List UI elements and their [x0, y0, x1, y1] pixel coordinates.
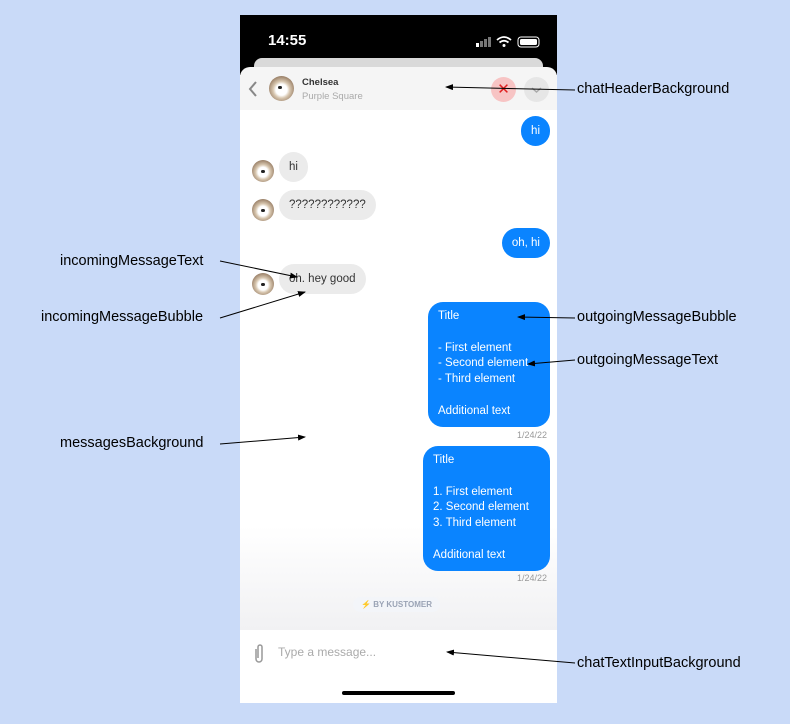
arrow-header — [445, 84, 576, 91]
arrow-messages-bg — [219, 434, 306, 445]
label-input-bg: chatTextInputBackground — [577, 655, 741, 671]
label-chat-header: chatHeaderBackground — [577, 81, 730, 97]
label-messages-bg: messagesBackground — [60, 435, 204, 451]
arrow-input-bg — [446, 649, 576, 664]
arrow-incoming-text — [219, 260, 298, 279]
label-outgoing-text: outgoingMessageText — [577, 352, 719, 368]
arrow-outgoing-text — [527, 359, 576, 367]
arrow-outgoing-bubble — [517, 314, 576, 321]
label-incoming-text: incomingMessageText — [60, 253, 204, 269]
label-outgoing-bubble: outgoingMessageBubble — [577, 309, 737, 325]
label-incoming-bubble: incomingMessageBubble — [41, 309, 204, 325]
arrow-incoming-bubble — [219, 291, 306, 319]
